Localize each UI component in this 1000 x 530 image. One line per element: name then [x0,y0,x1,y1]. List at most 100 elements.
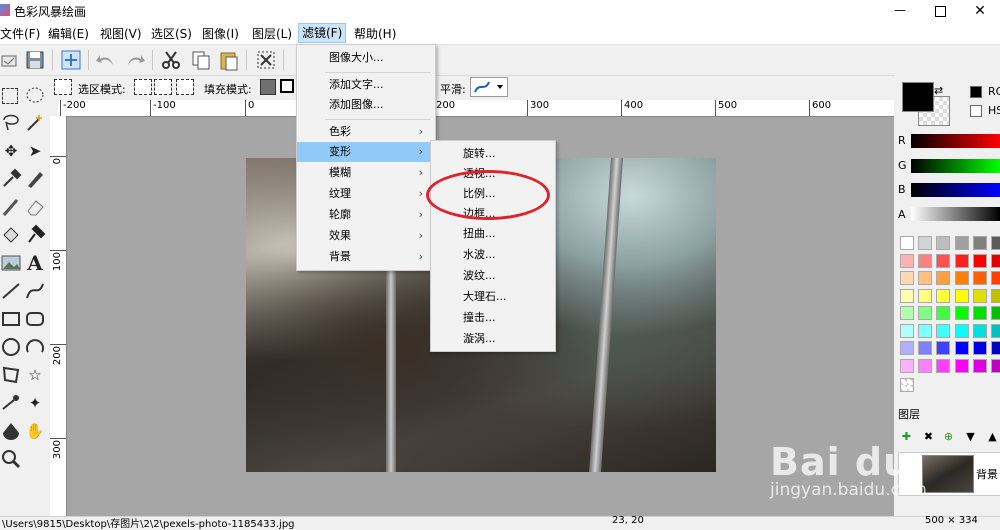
palette-swatch[interactable] [936,341,951,355]
pencil-icon[interactable] [24,168,46,190]
palette-swatch[interactable] [918,271,933,285]
move-selection-icon[interactable]: ✥ [0,140,22,162]
ellipse-select-icon[interactable] [24,84,46,106]
polygon-icon[interactable] [0,364,22,386]
palette-swatch[interactable] [936,323,951,338]
copy-icon[interactable] [190,49,212,71]
paste-icon[interactable] [218,49,240,71]
palette-swatch[interactable] [936,236,951,250]
palette-swatch[interactable] [972,288,987,303]
sharpen-icon[interactable]: ✦ [24,392,46,414]
menu-filter[interactable]: 滤镜(F) [298,23,347,43]
maximize-button[interactable] [920,0,960,22]
magic-wand-icon[interactable] [24,112,46,134]
palette-swatch[interactable] [936,288,951,303]
clone-stamp-icon[interactable] [24,224,46,246]
menu-image[interactable]: 图像(I) [202,25,239,42]
menu-edit[interactable]: 编辑(E) [48,25,89,42]
palette-swatch[interactable] [900,306,914,320]
transform-item[interactable]: 扭曲... [431,224,553,244]
palette-swatch[interactable] [972,271,987,285]
new-layer-icon[interactable] [60,49,82,71]
open-icon[interactable] [0,49,22,71]
palette-swatch[interactable] [918,306,933,320]
palette-swatch[interactable] [972,341,987,355]
filter-menu-item-transform[interactable]: 变形 › [297,142,433,162]
deselect-icon[interactable] [255,49,277,71]
green-slider[interactable] [911,159,1000,173]
curve-tool-icon[interactable] [24,280,46,302]
palette-swatch[interactable] [991,323,1000,338]
palette-swatch[interactable] [991,288,1000,303]
palette-swatch[interactable] [991,253,1000,268]
palette-swatch[interactable] [936,306,951,320]
star-icon[interactable]: ☆ [24,364,46,386]
filter-menu-item[interactable]: 图像大小... [297,48,433,68]
palette-swatch[interactable] [972,306,987,320]
palette-swatch[interactable] [918,236,933,250]
palette-swatch[interactable] [918,253,933,268]
fill-bucket-icon[interactable] [0,224,22,246]
eraser-icon[interactable] [24,196,46,218]
palette-swatch[interactable] [972,236,987,250]
palette-swatch[interactable] [918,323,933,338]
filter-menu-item[interactable]: 效果 › [297,226,433,246]
blur-drop-icon[interactable] [0,420,22,442]
line-icon[interactable] [0,280,22,302]
filter-menu-item[interactable]: 色彩 › [297,122,433,142]
menu-help[interactable]: 帮助(H) [354,25,396,42]
undo-icon[interactable] [95,49,117,71]
smudge-icon[interactable] [0,392,22,414]
palette-swatch[interactable] [954,323,969,338]
palette-swatch[interactable] [954,271,969,285]
fill-mode-solid[interactable] [260,79,276,95]
transparent-swatch[interactable] [900,378,914,392]
filter-menu-item[interactable]: 背景 › [297,247,433,267]
smooth-dropdown[interactable] [470,77,508,97]
rounded-rect-icon[interactable] [24,308,46,330]
hand-icon[interactable]: ✋ [24,420,46,442]
palette-swatch[interactable] [954,288,969,303]
palette-swatch[interactable] [991,341,1000,355]
select-mode-add[interactable] [154,79,172,95]
arc-icon[interactable] [24,336,46,358]
transform-item[interactable]: 波纹... [431,266,553,286]
text-tool-icon[interactable]: A [24,252,46,274]
select-rect-option[interactable] [54,79,72,95]
rect-select-icon[interactable] [2,88,18,104]
alpha-slider[interactable] [911,207,1000,221]
palette-swatch[interactable] [918,358,933,373]
rectangle-icon[interactable] [0,308,22,330]
menu-file[interactable]: 文件(F) [0,25,40,42]
palette-swatch[interactable] [991,271,1000,285]
palette-swatch[interactable] [918,288,933,303]
palette-swatch[interactable] [900,323,914,338]
palette-swatch[interactable] [972,323,987,338]
palette-swatch[interactable] [900,288,914,303]
transform-item[interactable]: 旋转... [431,144,553,164]
swap-colors-icon[interactable]: ⇄ [934,84,943,97]
close-button[interactable]: ✕ [960,0,1000,22]
red-slider[interactable] [911,134,1000,148]
filter-menu-item[interactable]: 添加图像... [297,95,433,115]
minimize-button[interactable]: — [880,0,920,22]
palette-swatch[interactable] [936,358,951,373]
palette-swatch[interactable] [991,236,1000,250]
rgb-radio[interactable] [970,86,982,98]
palette-swatch[interactable] [954,341,969,355]
palette-swatch[interactable] [918,341,933,355]
menu-layer[interactable]: 图层(L) [252,25,292,42]
palette-swatch[interactable] [972,253,987,268]
palette-swatch[interactable] [991,358,1000,373]
palette-swatch[interactable] [954,253,969,268]
palette-swatch[interactable] [991,306,1000,320]
filter-menu-item[interactable]: 轮廓 › [297,205,433,225]
palette-swatch[interactable] [900,236,914,250]
palette-swatch[interactable] [936,271,951,285]
redo-icon[interactable] [124,49,146,71]
ellipse-icon[interactable] [0,336,22,358]
filter-menu-item[interactable]: 模糊 › [297,163,433,183]
foreground-color-swatch[interactable] [902,82,934,112]
transform-item[interactable]: 撞击... [431,308,553,328]
save-icon[interactable] [24,49,46,71]
